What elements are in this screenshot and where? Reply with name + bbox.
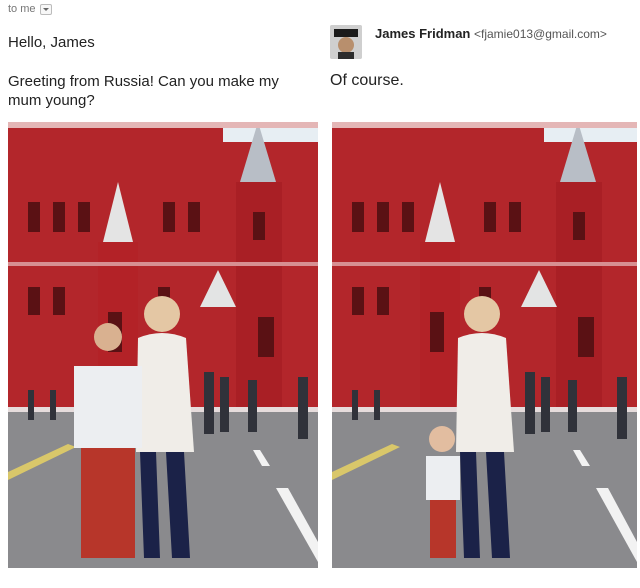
reply-body: Of course. [330,72,404,89]
reply-email: James Fridman <fjamie013@gmail.com> Of c… [322,0,640,588]
sender-line: James Fridman <fjamie013@gmail.com> [375,26,607,41]
recipient-label: to me [8,3,36,15]
email-body: Greeting from Russia! Can you make my mu… [8,73,279,109]
photo-scene-original [8,122,318,568]
incoming-email: to me Hello, James Greeting from Russia!… [0,0,320,588]
attached-photo-edited [332,122,637,568]
recipient-toggle[interactable]: to me [8,3,52,15]
photo-scene-edited [332,122,637,568]
avatar[interactable] [330,25,362,59]
sender-email[interactable]: <fjamie013@gmail.com> [474,27,607,41]
chevron-down-icon[interactable] [39,3,52,15]
email-greeting: Hello, James [8,34,95,51]
avatar-icon [330,25,362,59]
sender-name[interactable]: James Fridman [375,26,470,41]
attached-photo-original [8,122,318,568]
